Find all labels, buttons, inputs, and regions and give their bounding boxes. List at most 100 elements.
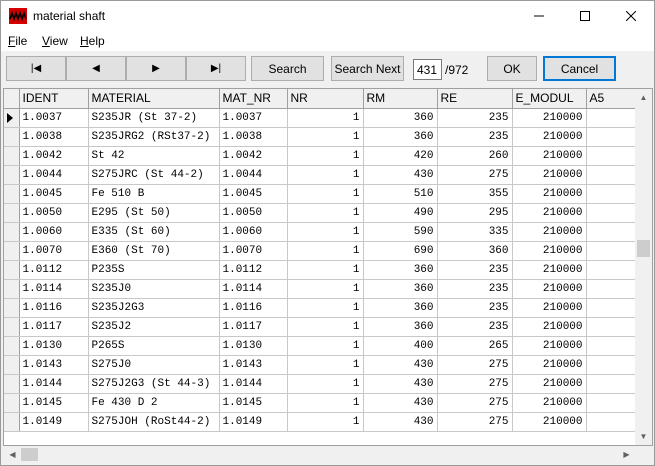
table-cell-nr[interactable]: 1: [287, 165, 364, 185]
table-cell-mat-nr[interactable]: 1.0045: [219, 184, 288, 204]
table-cell-re[interactable]: 355: [437, 184, 513, 204]
table-cell-rm[interactable]: 360: [363, 127, 438, 147]
scroll-left-icon[interactable]: ◀: [4, 446, 21, 463]
table-row[interactable]: 1.0070 E360 (St 70) 1.0070 1 690 360 210000: [4, 241, 647, 261]
table-row[interactable]: 1.0042 St 42 1.0042 1 420 260 210000: [4, 146, 647, 166]
record-number-input[interactable]: [413, 59, 442, 80]
row-selector[interactable]: [4, 336, 20, 356]
table-cell-e-modul[interactable]: 210000: [512, 241, 587, 261]
table-cell-re[interactable]: 360: [437, 241, 513, 261]
table-row[interactable]: 1.0045 Fe 510 B 1.0045 1 510 355 210000: [4, 184, 647, 204]
row-selector[interactable]: [4, 355, 20, 375]
table-cell-nr[interactable]: 1: [287, 374, 364, 394]
table-cell-re[interactable]: 235: [437, 317, 513, 337]
column-header-e-modul[interactable]: E_MODUL: [512, 89, 587, 109]
table-row[interactable]: 1.0044 S275JRC (St 44-2) 1.0044 1 430 275 2100…: [4, 165, 647, 185]
table-row[interactable]: 1.0130 P265S 1.0130 1 400 265 210000: [4, 336, 647, 356]
table-row[interactable]: 1.0038 S235JRG2 (RSt37-2) 1.0038 1 360 235 210…: [4, 127, 647, 147]
table-row[interactable]: 1.0143 S275J0 1.0143 1 430 275 210000: [4, 355, 647, 375]
table-cell-material[interactable]: S235JR (St 37-2): [88, 108, 220, 128]
table-cell-ident[interactable]: 1.0044: [19, 165, 89, 185]
table-cell-re[interactable]: 235: [437, 260, 513, 280]
row-selector[interactable]: [4, 108, 20, 128]
table-row[interactable]: 1.0112 P235S 1.0112 1 360 235 210000: [4, 260, 647, 280]
table-row[interactable]: 1.0116 S235J2G3 1.0116 1 360 235 210000: [4, 298, 647, 318]
table-cell-rm[interactable]: 360: [363, 108, 438, 128]
table-cell-e-modul[interactable]: 210000: [512, 279, 587, 299]
horizontal-scroll-thumb[interactable]: [21, 448, 38, 461]
table-cell-nr[interactable]: 1: [287, 127, 364, 147]
table-cell-re[interactable]: 275: [437, 165, 513, 185]
table-cell-ident[interactable]: 1.0060: [19, 222, 89, 242]
table-cell-e-modul[interactable]: 210000: [512, 412, 587, 432]
table-cell-ident[interactable]: 1.0130: [19, 336, 89, 356]
table-cell-mat-nr[interactable]: 1.0070: [219, 241, 288, 261]
table-cell-re[interactable]: 235: [437, 127, 513, 147]
table-cell-nr[interactable]: 1: [287, 393, 364, 413]
table-cell-mat-nr[interactable]: 1.0038: [219, 127, 288, 147]
table-cell-rm[interactable]: 360: [363, 260, 438, 280]
table-cell-e-modul[interactable]: 210000: [512, 108, 587, 128]
table-cell-re[interactable]: 235: [437, 108, 513, 128]
row-selector[interactable]: [4, 317, 20, 337]
table-cell-material[interactable]: S275JRC (St 44-2): [88, 165, 220, 185]
table-cell-rm[interactable]: 360: [363, 298, 438, 318]
table-cell-material[interactable]: S235J0: [88, 279, 220, 299]
table-cell-mat-nr[interactable]: 1.0114: [219, 279, 288, 299]
row-selector[interactable]: [4, 184, 20, 204]
vertical-scrollbar[interactable]: ▲ ▼: [635, 89, 652, 445]
table-cell-ident[interactable]: 1.0050: [19, 203, 89, 223]
table-cell-mat-nr[interactable]: 1.0130: [219, 336, 288, 356]
horizontal-scrollbar[interactable]: ◀ ▶: [4, 446, 635, 463]
row-selector[interactable]: [4, 393, 20, 413]
scroll-right-icon[interactable]: ▶: [618, 446, 635, 463]
table-cell-rm[interactable]: 690: [363, 241, 438, 261]
table-cell-e-modul[interactable]: 210000: [512, 355, 587, 375]
menu-view[interactable]: View: [42, 34, 68, 48]
table-cell-material[interactable]: E295 (St 50): [88, 203, 220, 223]
table-cell-mat-nr[interactable]: 1.0042: [219, 146, 288, 166]
table-cell-e-modul[interactable]: 210000: [512, 165, 587, 185]
table-cell-mat-nr[interactable]: 1.0143: [219, 355, 288, 375]
first-record-button[interactable]: |◀: [6, 56, 66, 81]
row-selector[interactable]: [4, 279, 20, 299]
table-cell-material[interactable]: P265S: [88, 336, 220, 356]
table-cell-nr[interactable]: 1: [287, 317, 364, 337]
table-row[interactable]: 1.0114 S235J0 1.0114 1 360 235 210000: [4, 279, 647, 299]
table-cell-nr[interactable]: 1: [287, 222, 364, 242]
table-cell-re[interactable]: 265: [437, 336, 513, 356]
table-cell-mat-nr[interactable]: 1.0149: [219, 412, 288, 432]
table-cell-rm[interactable]: 430: [363, 393, 438, 413]
data-grid[interactable]: IDENT MATERIAL MAT_NR NR RM RE E_MODUL A…: [3, 88, 653, 446]
row-selector[interactable]: [4, 203, 20, 223]
table-cell-mat-nr[interactable]: 1.0112: [219, 260, 288, 280]
table-cell-rm[interactable]: 430: [363, 355, 438, 375]
table-row[interactable]: 1.0060 E335 (St 60) 1.0060 1 590 335 210000: [4, 222, 647, 242]
table-row[interactable]: 1.0117 S235J2 1.0117 1 360 235 210000: [4, 317, 647, 337]
table-cell-nr[interactable]: 1: [287, 298, 364, 318]
table-cell-nr[interactable]: 1: [287, 146, 364, 166]
row-selector[interactable]: [4, 260, 20, 280]
table-cell-mat-nr[interactable]: 1.0037: [219, 108, 288, 128]
table-cell-rm[interactable]: 430: [363, 165, 438, 185]
table-cell-material[interactable]: S275J0: [88, 355, 220, 375]
table-cell-material[interactable]: S275JOH (RoSt44-2): [88, 412, 220, 432]
table-cell-re[interactable]: 275: [437, 355, 513, 375]
table-cell-mat-nr[interactable]: 1.0116: [219, 298, 288, 318]
table-cell-material[interactable]: S235JRG2 (RSt37-2): [88, 127, 220, 147]
table-cell-e-modul[interactable]: 210000: [512, 393, 587, 413]
table-cell-e-modul[interactable]: 210000: [512, 146, 587, 166]
table-cell-rm[interactable]: 360: [363, 279, 438, 299]
table-cell-rm[interactable]: 430: [363, 412, 438, 432]
table-cell-nr[interactable]: 1: [287, 203, 364, 223]
table-cell-rm[interactable]: 490: [363, 203, 438, 223]
column-header-re[interactable]: RE: [437, 89, 513, 109]
table-cell-mat-nr[interactable]: 1.0145: [219, 393, 288, 413]
table-row[interactable]: 1.0050 E295 (St 50) 1.0050 1 490 295 210000: [4, 203, 647, 223]
table-cell-rm[interactable]: 430: [363, 374, 438, 394]
row-selector[interactable]: [4, 146, 20, 166]
table-cell-ident[interactable]: 1.0143: [19, 355, 89, 375]
table-cell-rm[interactable]: 360: [363, 317, 438, 337]
table-cell-e-modul[interactable]: 210000: [512, 222, 587, 242]
table-cell-e-modul[interactable]: 210000: [512, 184, 587, 204]
